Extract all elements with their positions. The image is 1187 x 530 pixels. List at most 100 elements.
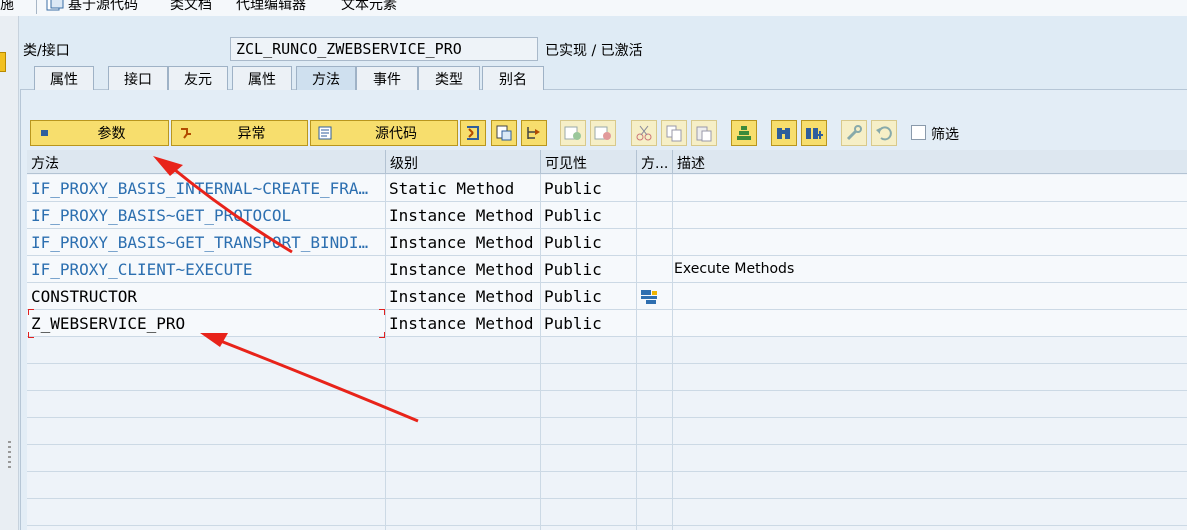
visibility-cell[interactable]: Public bbox=[540, 310, 636, 337]
method-name-cell[interactable]: IF_PROXY_BASIS_INTERNAL~CREATE_FRA… bbox=[27, 175, 385, 202]
parameters-button[interactable]: 参数 bbox=[30, 120, 169, 146]
tab-attributes-2[interactable]: 属性 bbox=[232, 66, 292, 90]
tab-aliases[interactable]: 别名 bbox=[482, 66, 544, 90]
exceptions-button-label: 异常 bbox=[237, 126, 266, 142]
source-code-icon[interactable] bbox=[46, 0, 64, 13]
visibility-cell[interactable]: Public bbox=[540, 229, 636, 256]
row-divider bbox=[27, 417, 1187, 418]
splitter-handle[interactable] bbox=[8, 441, 11, 471]
tab-types[interactable]: 类型 bbox=[418, 66, 480, 90]
level-cell[interactable]: Instance Method bbox=[385, 202, 540, 229]
constructor-icon bbox=[641, 290, 657, 304]
paste-button[interactable] bbox=[691, 120, 717, 146]
toolbar-separator bbox=[36, 0, 37, 14]
column-header-method-type[interactable]: 方... bbox=[637, 150, 673, 174]
undo-icon bbox=[876, 126, 892, 141]
tab-label: 别名 bbox=[499, 71, 527, 88]
tab-label: 属性 bbox=[248, 71, 276, 88]
methods-table: 方法 级别 可见性 方... 描述 IF_PROXY_BASIS_INTERNA… bbox=[27, 150, 1187, 530]
find-next-button[interactable] bbox=[801, 120, 827, 146]
method-name-cell[interactable]: CONSTRUCTOR bbox=[27, 283, 385, 310]
toolbar-item-class-doc[interactable]: 类文档 bbox=[170, 0, 212, 14]
tab-interfaces[interactable]: 接口 bbox=[108, 66, 168, 90]
class-interface-label: 类/接口 bbox=[23, 43, 70, 59]
visibility-cell[interactable]: Public bbox=[540, 256, 636, 283]
tab-label: 事件 bbox=[373, 71, 401, 88]
delete-row-button[interactable] bbox=[590, 120, 616, 146]
source-code-button[interactable]: 源代码 bbox=[310, 120, 458, 146]
tab-label: 友元 bbox=[184, 71, 212, 88]
tab-attributes[interactable]: 属性 bbox=[34, 66, 94, 90]
copy-button[interactable] bbox=[661, 120, 687, 146]
level-cell[interactable]: Static Method bbox=[385, 175, 540, 202]
copy-icon bbox=[666, 125, 682, 142]
navigate-button[interactable] bbox=[460, 120, 486, 146]
wrench-icon bbox=[846, 125, 862, 141]
level-cell[interactable]: Instance Method bbox=[385, 256, 540, 283]
visibility-cell[interactable]: Public bbox=[540, 283, 636, 310]
selection-marker bbox=[28, 332, 34, 338]
tab-friends[interactable]: 友元 bbox=[168, 66, 228, 90]
tab-label: 方法 bbox=[312, 71, 340, 88]
filter-label: 筛选 bbox=[931, 127, 959, 143]
application-toolbar: 施 基于源代码 类文档 代理编辑器 文本元素 bbox=[0, 0, 1187, 16]
level-cell[interactable]: Instance Method bbox=[385, 310, 540, 337]
navigate-icon bbox=[467, 126, 479, 140]
toolbar-item-text-elements[interactable]: 文本元素 bbox=[341, 0, 397, 14]
tab-events[interactable]: 事件 bbox=[356, 66, 418, 90]
activation-status: 已实现 / 已激活 bbox=[545, 43, 643, 59]
sort-button[interactable] bbox=[731, 120, 757, 146]
method-name-cell[interactable]: IF_PROXY_BASIS~GET_TRANSPORT_BINDI… bbox=[27, 229, 385, 256]
description-cell[interactable]: Execute Methods bbox=[670, 256, 1184, 283]
settings-button[interactable] bbox=[841, 120, 867, 146]
binoculars-plus-icon bbox=[806, 128, 823, 139]
binoculars-icon bbox=[777, 128, 790, 139]
object-list-icon bbox=[496, 125, 512, 141]
column-header-level[interactable]: 级别 bbox=[386, 150, 541, 174]
tab-label: 属性 bbox=[50, 71, 78, 88]
level-cell[interactable]: Instance Method bbox=[385, 283, 540, 310]
method-name-cell[interactable]: IF_PROXY_BASIS~GET_PROTOCOL bbox=[27, 202, 385, 229]
tab-methods[interactable]: 方法 bbox=[296, 66, 356, 90]
paste-icon bbox=[696, 126, 712, 142]
column-divider bbox=[636, 174, 637, 530]
column-header-method[interactable]: 方法 bbox=[27, 150, 386, 174]
insert-row-icon bbox=[564, 126, 581, 140]
toolbar-item-proxy-editor[interactable]: 代理编辑器 bbox=[236, 0, 306, 14]
selection-marker bbox=[379, 309, 385, 315]
undo-button[interactable] bbox=[871, 120, 897, 146]
row-divider bbox=[27, 471, 1187, 472]
visibility-cell[interactable]: Public bbox=[540, 175, 636, 202]
scissors-icon bbox=[636, 125, 652, 141]
selection-marker bbox=[379, 332, 385, 338]
method-name-cell[interactable]: IF_PROXY_CLIENT~EXECUTE bbox=[27, 256, 385, 283]
toolbar-item-source-based[interactable]: 基于源代码 bbox=[68, 0, 138, 14]
filter-checkbox[interactable] bbox=[911, 125, 926, 140]
selection-marker bbox=[28, 309, 34, 315]
where-used-button[interactable] bbox=[521, 120, 547, 146]
source-code-button-label: 源代码 bbox=[375, 126, 417, 142]
find-button[interactable] bbox=[771, 120, 797, 146]
exceptions-button[interactable]: 异常 bbox=[171, 120, 308, 146]
visibility-cell[interactable]: Public bbox=[540, 202, 636, 229]
left-gutter bbox=[0, 16, 19, 530]
cut-button[interactable] bbox=[631, 120, 657, 146]
method-name-cell[interactable]: Z_WEBSERVICE_PRO bbox=[27, 310, 385, 337]
row-divider bbox=[27, 498, 1187, 499]
column-header-description[interactable]: 描述 bbox=[673, 150, 1187, 174]
row-divider bbox=[27, 390, 1187, 391]
column-header-visibility[interactable]: 可见性 bbox=[541, 150, 637, 174]
class-name-field[interactable]: ZCL_RUNCO_ZWEBSERVICE_PRO bbox=[230, 37, 538, 61]
parameters-button-label: 参数 bbox=[97, 126, 126, 142]
toolbar-item-partial[interactable]: 施 bbox=[0, 0, 14, 14]
row-divider bbox=[27, 525, 1187, 526]
delete-row-icon bbox=[594, 126, 611, 140]
insert-row-button[interactable] bbox=[560, 120, 586, 146]
hierarchy-icon bbox=[527, 127, 540, 139]
gutter-tab[interactable] bbox=[0, 52, 6, 72]
display-object-list-button[interactable] bbox=[491, 120, 517, 146]
row-divider bbox=[27, 363, 1187, 364]
level-cell[interactable]: Instance Method bbox=[385, 229, 540, 256]
sort-icon bbox=[737, 126, 751, 140]
row-divider bbox=[27, 444, 1187, 445]
